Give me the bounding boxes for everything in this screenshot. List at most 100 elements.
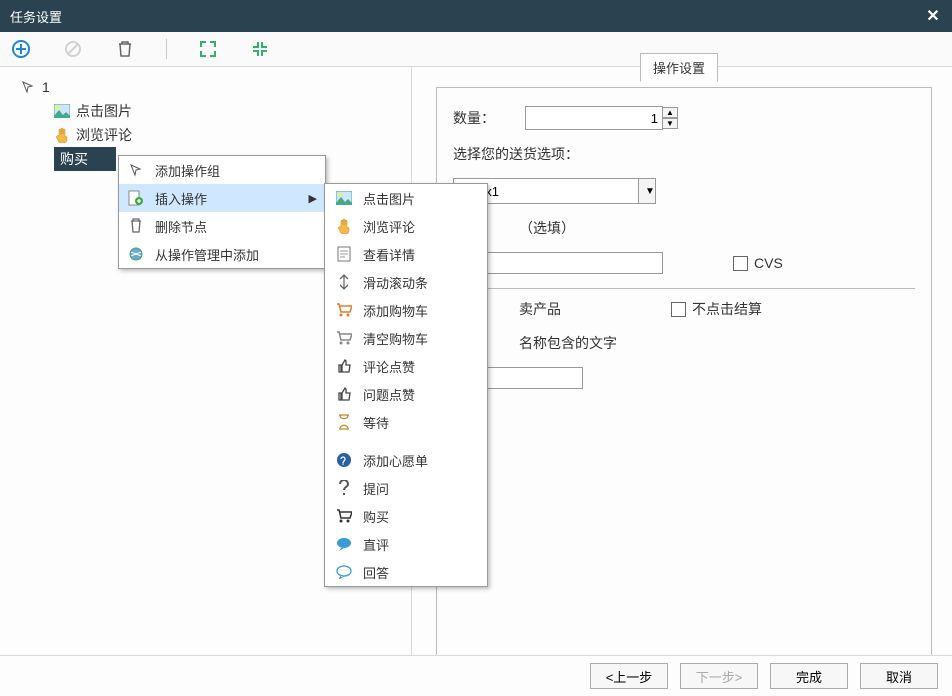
toolbar	[0, 32, 952, 67]
tree-item-click-image[interactable]: 点击图片	[10, 99, 411, 123]
window-title: 任务设置	[10, 7, 62, 26]
image-icon	[335, 189, 353, 207]
tree-root[interactable]: 1	[10, 75, 411, 99]
qty-up-icon[interactable]: ▲	[662, 107, 678, 118]
toolbar-separator	[166, 39, 167, 59]
nocheckout-label: 不点击结算	[692, 299, 762, 319]
comment-icon	[335, 535, 353, 553]
tree-item-buy-selected[interactable]: 购买	[54, 147, 116, 171]
submenu-label: 滑动滚动条	[363, 273, 428, 292]
add-icon[interactable]	[10, 38, 32, 60]
submenu-label: 评论点赞	[363, 357, 415, 376]
prev-button[interactable]: <上一步	[590, 663, 668, 689]
submenu-item-hourglass[interactable]: 等待	[325, 408, 487, 436]
submenu-item-buy[interactable]: 购买	[325, 502, 487, 530]
submenu-label: 清空购物车	[363, 329, 428, 348]
submenu-item-hand[interactable]: 浏览评论	[325, 212, 487, 240]
optional-label: （选填）	[519, 218, 575, 238]
insert-submenu: 点击图片浏览评论查看详情滑动滚动条添加购物车清空购物车评论点赞问题点赞等待添加心…	[324, 183, 488, 587]
insert-icon	[127, 189, 145, 207]
submenu-item-cart-add[interactable]: 添加购物车	[325, 296, 487, 324]
submenu-label: 添加购物车	[363, 301, 428, 320]
submenu-item-thumb[interactable]: 评论点赞	[325, 352, 487, 380]
submenu-item-image[interactable]: 点击图片	[325, 184, 487, 212]
cvs-checkbox[interactable]: CVS	[733, 255, 783, 271]
scroll-icon	[335, 273, 353, 291]
doc-icon	[335, 245, 353, 263]
checkbox-icon	[671, 302, 686, 317]
hourglass-icon	[335, 413, 353, 431]
op-settings-tab[interactable]: 操作设置	[640, 53, 718, 82]
submenu-item-thumb[interactable]: 问题点赞	[325, 380, 487, 408]
divider	[453, 288, 915, 289]
menu-label: 删除节点	[155, 217, 207, 236]
menu-delete-node[interactable]: 删除节点	[119, 212, 325, 240]
qty-down-icon[interactable]: ▼	[662, 118, 678, 129]
menu-add-group[interactable]: 添加操作组	[119, 156, 325, 184]
image-icon	[54, 103, 70, 119]
answer-icon	[335, 563, 353, 581]
cart-add-icon	[335, 301, 353, 319]
submenu-item-comment[interactable]: 直评	[325, 530, 487, 558]
next-button: 下一步>	[680, 663, 758, 689]
submenu-label: 等待	[363, 413, 389, 432]
cursor-icon	[20, 79, 36, 95]
cvs-label: CVS	[754, 255, 783, 271]
sell-label: 卖产品	[519, 299, 561, 319]
submenu-item-scroll[interactable]: 滑动滚动条	[325, 268, 487, 296]
nocheckout-checkbox[interactable]: 不点击结算	[671, 299, 762, 319]
submenu-item-cart-clear[interactable]: 清空购物车	[325, 324, 487, 352]
tree-root-label: 1	[42, 79, 50, 95]
thumb-icon	[335, 357, 353, 375]
submenu-label: 直评	[363, 535, 389, 554]
name-contains-label: 名称包含的文字	[519, 333, 617, 353]
menu-label: 插入操作	[155, 189, 207, 208]
checkbox-icon	[733, 256, 748, 271]
context-menu: 添加操作组 插入操作 ▶ 删除节点 从操作管理中添加	[118, 155, 326, 269]
hand-icon	[54, 127, 70, 143]
hand-icon	[335, 217, 353, 235]
tree-item-label: 浏览评论	[76, 125, 132, 145]
submenu-label: 购买	[363, 507, 389, 526]
settings-panel: 操作设置 数量： ▲ ▼ 选择您的送货选项： ▼	[412, 67, 952, 657]
menu-add-from-manager[interactable]: 从操作管理中添加	[119, 240, 325, 268]
submenu-label: 提问	[363, 479, 389, 498]
globe-icon	[127, 245, 145, 263]
op-settings-box: 数量： ▲ ▼ 选择您的送货选项： ▼ （选填）	[436, 87, 932, 683]
qty-stepper[interactable]: ▲ ▼	[525, 106, 678, 130]
tree-item-label: 点击图片	[76, 101, 132, 121]
close-icon[interactable]: ✕	[924, 7, 942, 25]
submenu-arrow-icon: ▶	[309, 192, 317, 205]
wizard-footer: <上一步 下一步> 完成 取消	[0, 655, 952, 696]
ship-label: 选择您的送货选项：	[453, 144, 579, 164]
cart-clear-icon	[335, 329, 353, 347]
cursor-icon	[127, 161, 145, 179]
buy-icon	[335, 507, 353, 525]
titlebar: 任务设置 ✕	[0, 0, 952, 32]
forbid-icon[interactable]	[62, 38, 84, 60]
menu-label: 从操作管理中添加	[155, 245, 259, 264]
collapse-icon[interactable]	[249, 38, 271, 60]
submenu-item-question[interactable]: 提问	[325, 474, 487, 502]
qty-input[interactable]	[525, 106, 663, 130]
expand-icon[interactable]	[197, 38, 219, 60]
finish-button[interactable]: 完成	[770, 663, 848, 689]
tree-item-browse-reviews[interactable]: 浏览评论	[10, 123, 411, 147]
trash-icon	[127, 217, 145, 235]
menu-label: 添加操作组	[155, 161, 220, 180]
question-icon	[335, 479, 353, 497]
cancel-button[interactable]: 取消	[860, 663, 938, 689]
chevron-down-icon[interactable]: ▼	[638, 178, 656, 204]
trash-icon[interactable]	[114, 38, 136, 60]
submenu-label: 添加心愿单	[363, 451, 428, 470]
submenu-item-wish[interactable]: 添加心愿单	[325, 446, 487, 474]
thumb-icon	[335, 385, 353, 403]
submenu-item-answer[interactable]: 回答	[325, 558, 487, 586]
submenu-item-doc[interactable]: 查看详情	[325, 240, 487, 268]
submenu-label: 问题点赞	[363, 385, 415, 404]
submenu-label: 查看详情	[363, 245, 415, 264]
submenu-label: 浏览评论	[363, 217, 415, 236]
tree-item-label: 购买	[60, 149, 88, 169]
submenu-label: 点击图片	[363, 189, 415, 208]
menu-insert-op[interactable]: 插入操作 ▶	[119, 184, 325, 212]
